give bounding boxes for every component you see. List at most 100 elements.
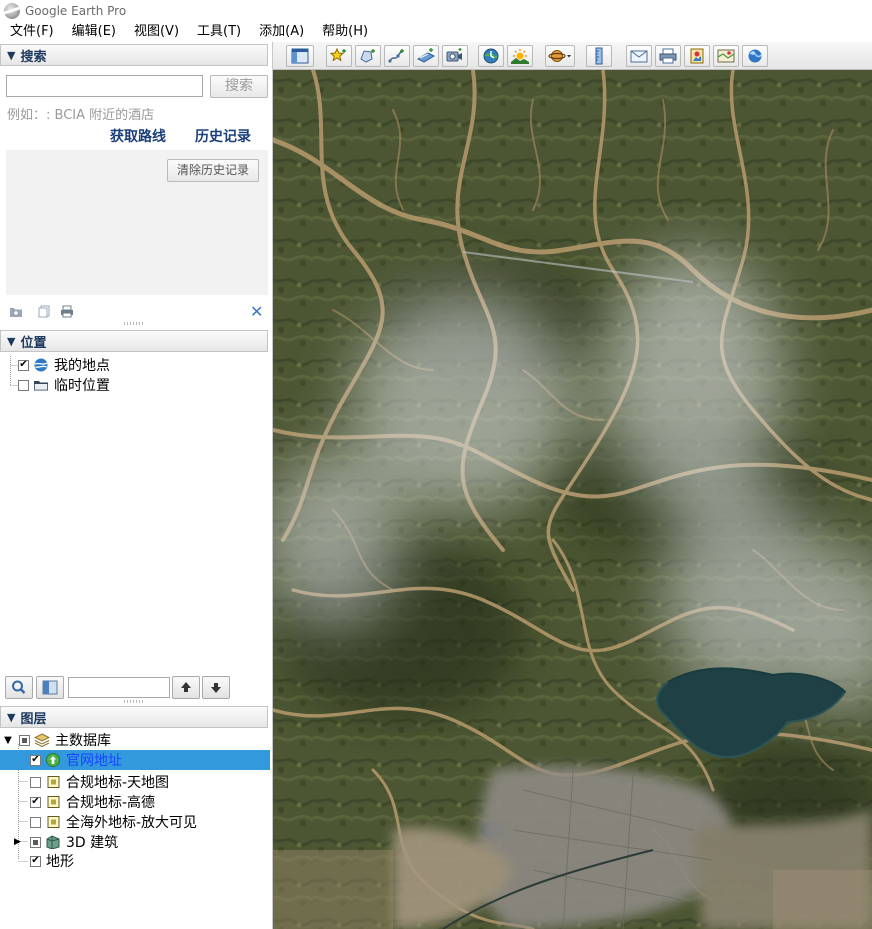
folder-icon <box>34 381 48 391</box>
expand-toggle-icon[interactable]: ▼ <box>1 735 15 746</box>
search-panel-title: 搜索 <box>20 49 47 65</box>
places-toolbar: ✕ <box>0 300 270 325</box>
arrow-up-icon <box>181 682 191 692</box>
search-panel-header[interactable]: ▼ 搜索 <box>0 44 268 66</box>
toolbar-button-placemark[interactable] <box>326 45 352 67</box>
toolbar-button-overlay[interactable] <box>413 45 439 67</box>
history-link[interactable]: 历史记录 <box>195 126 251 146</box>
move-down-button[interactable] <box>202 676 230 699</box>
toolbar-button-tour[interactable] <box>442 45 468 67</box>
checkbox[interactable] <box>30 836 41 848</box>
menu-file[interactable]: 文件(F) <box>0 22 63 42</box>
main-toolbar <box>273 42 872 70</box>
layers-panel-title: 图层 <box>20 711 47 727</box>
toolbar-button-sunlight[interactable] <box>507 45 533 67</box>
toolbar-button-view-in-maps[interactable] <box>713 45 739 67</box>
checkbox[interactable]: ✔ <box>30 796 41 808</box>
layers-search-input[interactable] <box>68 677 170 698</box>
checkbox[interactable] <box>19 734 30 746</box>
add-image-overlay-icon <box>416 48 436 63</box>
print-icon <box>659 48 677 64</box>
checkbox[interactable] <box>30 816 41 828</box>
checkbox[interactable] <box>18 379 29 391</box>
menu-help[interactable]: 帮助(H) <box>313 22 377 42</box>
close-panel-icon[interactable]: ✕ <box>250 302 263 321</box>
places-panel-header[interactable]: ▼ 位置 <box>0 330 268 352</box>
collapse-triangle-icon[interactable]: ▼ <box>7 711 15 724</box>
places-panel-title: 位置 <box>20 335 47 351</box>
map-view[interactable] <box>273 70 872 929</box>
layer-item-official-site[interactable]: ✔ 官网地址 <box>0 750 270 770</box>
arrow-down-icon <box>211 683 221 693</box>
toolbar-button-history[interactable] <box>478 45 504 67</box>
places-item-label: 我的地点 <box>54 358 110 374</box>
search-input[interactable] <box>6 75 203 97</box>
magnifier-icon <box>12 680 26 694</box>
toolbar-button-ruler[interactable] <box>586 45 612 67</box>
panel-toggle-icon <box>42 680 58 695</box>
get-directions-link[interactable]: 获取路线 <box>110 126 166 146</box>
layer-item-label: 主数据库 <box>55 733 111 749</box>
globe-icon <box>34 358 48 372</box>
toolbar-button-planets[interactable] <box>545 45 575 67</box>
sunlight-icon <box>511 49 529 64</box>
move-up-button[interactable] <box>172 676 200 699</box>
layer-item-label: 合规地标-天地图 <box>66 775 170 791</box>
layer-item-label: 全海外地标-放大可见 <box>66 815 198 831</box>
add-folder-icon[interactable] <box>9 305 23 318</box>
arrow-up-circle-icon <box>46 753 60 767</box>
search-button[interactable]: 搜索 <box>210 75 268 98</box>
collapse-triangle-icon[interactable]: ▼ <box>7 335 15 348</box>
layers-icon <box>34 733 50 747</box>
planets-icon <box>548 50 571 62</box>
expand-toggle-icon[interactable]: ▶ <box>14 837 28 847</box>
copy-icon[interactable] <box>37 305 51 318</box>
add-polygon-icon <box>360 49 375 63</box>
menu-edit[interactable]: 编辑(E) <box>63 22 125 42</box>
checkbox[interactable]: ✔ <box>18 359 29 371</box>
layer-item-overseas[interactable]: 全海外地标-放大可见 <box>0 812 270 832</box>
clear-history-button[interactable]: 清除历史记录 <box>167 159 259 182</box>
places-item-my-places[interactable]: ✔ 我的地点 <box>18 355 288 375</box>
historical-imagery-icon <box>483 48 499 64</box>
toolbar-button-polygon[interactable] <box>355 45 381 67</box>
layer-item-primary-database[interactable]: ▼ 主数据库 <box>0 730 270 750</box>
layer-box-icon <box>47 816 60 828</box>
toolbar-button-gallery[interactable] <box>742 45 768 67</box>
print-small-icon[interactable] <box>60 305 74 318</box>
email-icon <box>630 50 648 63</box>
toolbar-button-path[interactable] <box>384 45 410 67</box>
toolbar-button-save-image[interactable] <box>684 45 710 67</box>
layers-panel-header[interactable]: ▼ 图层 <box>0 706 268 728</box>
panel-resize-grip[interactable] <box>124 700 144 703</box>
layer-box-icon <box>47 776 60 788</box>
menu-bar: 文件(F) 编辑(E) 视图(V) 工具(T) 添加(A) 帮助(H) <box>0 22 872 42</box>
search-hint: 例如：: BCIA 附近的酒店 <box>7 108 155 123</box>
menu-view[interactable]: 视图(V) <box>125 22 188 42</box>
places-item-temporary[interactable]: 临时位置 <box>18 375 288 395</box>
view-in-maps-icon <box>717 49 735 63</box>
toolbar-button-email[interactable] <box>626 45 652 67</box>
menu-tools[interactable]: 工具(T) <box>188 22 250 42</box>
layer-item-gaode[interactable]: ✔ 合规地标-高德 <box>0 792 270 812</box>
panel-resize-grip[interactable] <box>124 322 144 325</box>
satellite-imagery[interactable] <box>273 70 872 929</box>
layer-box-icon <box>47 796 60 808</box>
menu-add[interactable]: 添加(A) <box>250 22 313 42</box>
layers-search-button[interactable] <box>5 676 33 699</box>
checkbox[interactable] <box>30 776 41 788</box>
checkbox[interactable]: ✔ <box>30 855 41 867</box>
toolbar-button-sidebar[interactable] <box>286 45 314 67</box>
toolbar-button-print[interactable] <box>655 45 681 67</box>
building-icon <box>46 835 60 849</box>
layer-item-label: 官网地址 <box>66 753 122 769</box>
layer-item-3d-buildings[interactable]: ▶ 3D 建筑 <box>0 832 270 852</box>
layer-item-label: 地形 <box>46 854 74 870</box>
layer-item-tianditu[interactable]: 合规地标-天地图 <box>0 772 270 792</box>
layer-item-terrain[interactable]: ✔ 地形 <box>0 851 270 871</box>
title-bar: Google Earth Pro <box>0 0 872 22</box>
layers-view-toggle-button[interactable] <box>36 676 64 699</box>
collapse-triangle-icon[interactable]: ▼ <box>7 49 15 62</box>
add-placemark-icon <box>329 47 346 62</box>
checkbox[interactable]: ✔ <box>30 754 41 766</box>
